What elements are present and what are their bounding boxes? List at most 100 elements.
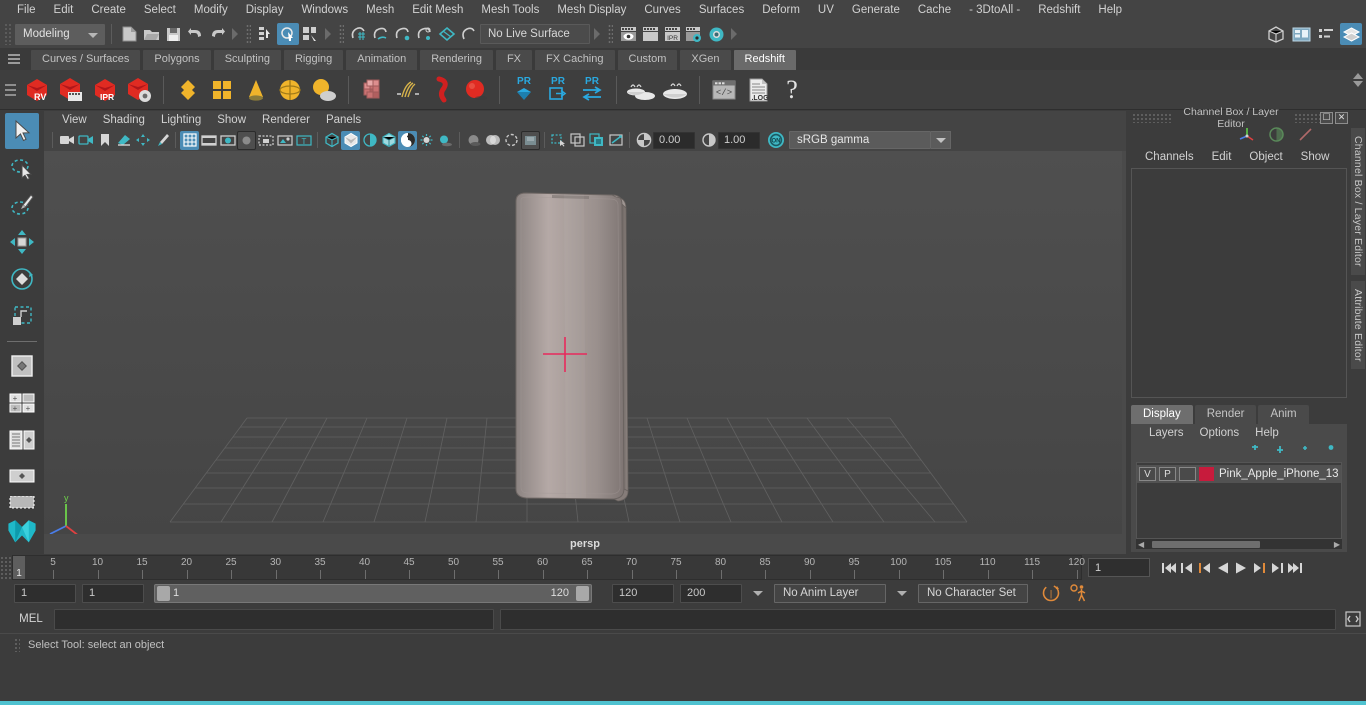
- redshift-curve-icon[interactable]: [424, 73, 458, 107]
- scroll-left-icon[interactable]: ◀: [1138, 540, 1144, 549]
- script-editor-icon[interactable]: [1342, 608, 1364, 630]
- help-line-grip[interactable]: [14, 637, 20, 652]
- restore-icon[interactable]: ☐: [1320, 111, 1333, 124]
- section-grip[interactable]: [246, 24, 251, 44]
- redshift-hair-icon[interactable]: [390, 73, 424, 107]
- redshift-volume-icon[interactable]: [239, 73, 273, 107]
- shelf-scroll-arrows[interactable]: [1353, 73, 1363, 87]
- select-tool-icon[interactable]: [5, 113, 39, 149]
- motion-blur-icon[interactable]: [483, 131, 502, 150]
- save-scene-icon[interactable]: [162, 23, 184, 45]
- xray-joints-icon[interactable]: [568, 131, 587, 150]
- display-layer-row[interactable]: V P Pink_Apple_iPhone_13: [1137, 465, 1341, 483]
- auto-keyframe-icon[interactable]: |: [1040, 582, 1062, 604]
- collapse-section-icon[interactable]: [230, 24, 240, 44]
- outliner-persp-layout-icon[interactable]: [5, 496, 39, 510]
- snap-to-point-icon[interactable]: [392, 23, 414, 45]
- film-gate-icon[interactable]: [199, 131, 218, 150]
- menu-windows[interactable]: Windows: [292, 1, 357, 20]
- command-language-label[interactable]: MEL: [14, 613, 48, 625]
- command-result-field[interactable]: [500, 608, 1336, 630]
- redshift-proxy-icon[interactable]: [171, 73, 205, 107]
- channelbox-menu-show[interactable]: Show: [1292, 150, 1339, 164]
- range-right-handle[interactable]: [576, 585, 589, 601]
- grid-toggle-icon[interactable]: [180, 130, 199, 150]
- status-line-grip[interactable]: [4, 23, 12, 45]
- menu-mesh[interactable]: Mesh: [357, 1, 403, 20]
- menu-curves[interactable]: Curves: [635, 1, 689, 20]
- chevron-down-icon[interactable]: [753, 590, 763, 596]
- four-pane-layout-icon[interactable]: [5, 422, 39, 458]
- redshift-log-icon[interactable]: .LOG: [741, 73, 775, 107]
- menu-3dtoall[interactable]: - 3DtoAll -: [960, 1, 1029, 20]
- current-time-indicator[interactable]: 1: [13, 556, 25, 579]
- go-to-start-icon[interactable]: [1160, 559, 1178, 577]
- render-current-frame-icon[interactable]: [617, 23, 639, 45]
- grease-pencil-icon[interactable]: [152, 131, 171, 150]
- open-scene-icon[interactable]: [140, 23, 162, 45]
- screen-space-ao-icon[interactable]: [464, 131, 483, 150]
- menu-edit-mesh[interactable]: Edit Mesh: [403, 1, 472, 20]
- texture-toggle-icon[interactable]: [398, 130, 417, 150]
- shelf-tab-fx[interactable]: FX: [494, 49, 534, 70]
- shelf-tab-xgen[interactable]: XGen: [679, 49, 732, 70]
- ipr-label-icon[interactable]: IPR: [661, 23, 683, 45]
- collapse-section-icon-4[interactable]: [729, 24, 739, 44]
- section-grip-2[interactable]: [339, 24, 344, 44]
- redshift-dome-light-icon[interactable]: [273, 73, 307, 107]
- layer-visibility-toggle[interactable]: V: [1139, 467, 1156, 481]
- redshift-bake-icon[interactable]: [624, 73, 658, 107]
- camera-attributes-icon[interactable]: [76, 131, 95, 150]
- layer-color-swatch[interactable]: [1199, 467, 1214, 481]
- redshift-render-sequence-icon[interactable]: [54, 73, 88, 107]
- animation-preferences-icon[interactable]: [1068, 582, 1090, 604]
- step-back-keyframe-icon[interactable]: [1178, 559, 1196, 577]
- viewport-menu-shading[interactable]: Shading: [95, 113, 153, 127]
- view-transform-dropdown-button[interactable]: [931, 131, 951, 149]
- collapse-section-icon-2[interactable]: [323, 24, 333, 44]
- playback-start-time-field[interactable]: 1: [82, 583, 144, 603]
- single-pane-layout-icon[interactable]: + + +: [5, 385, 39, 421]
- scrollbar-thumb[interactable]: [1152, 540, 1260, 548]
- shelf-tab-fx-caching[interactable]: FX Caching: [534, 49, 616, 70]
- smooth-shade-all-icon[interactable]: [341, 130, 360, 150]
- redshift-pr-proxy-icon[interactable]: PR: [507, 73, 541, 107]
- wireframe-on-shaded-icon[interactable]: [379, 131, 398, 150]
- render-view-icon[interactable]: [705, 23, 727, 45]
- character-set-selector[interactable]: No Character Set: [918, 583, 1028, 603]
- menu-generate[interactable]: Generate: [843, 1, 909, 20]
- create-new-layer-icon[interactable]: [1295, 444, 1310, 459]
- shelf-tab-animation[interactable]: Animation: [345, 49, 419, 70]
- channelbox-menu-object[interactable]: Object: [1240, 150, 1291, 164]
- layer-menu-layers[interactable]: Layers: [1141, 426, 1192, 440]
- menu-mesh-display[interactable]: Mesh Display: [548, 1, 635, 20]
- shelf-tab-rendering[interactable]: Rendering: [419, 49, 494, 70]
- use-default-lighting-icon[interactable]: [417, 131, 436, 150]
- layer-tab-anim[interactable]: Anim: [1258, 405, 1309, 424]
- menu-display[interactable]: Display: [237, 1, 293, 20]
- range-left-handle[interactable]: [157, 585, 170, 601]
- undo-icon[interactable]: [184, 23, 206, 45]
- bookmark-icon[interactable]: [95, 131, 114, 150]
- redshift-matte-icon[interactable]: [205, 73, 239, 107]
- film-origin-icon[interactable]: [256, 131, 275, 150]
- shade-selected-items-icon[interactable]: [360, 131, 379, 150]
- menu-cache[interactable]: Cache: [909, 1, 960, 20]
- channel-box-list[interactable]: [1131, 168, 1347, 398]
- move-layer-up-icon[interactable]: [1245, 444, 1260, 459]
- section-grip-3[interactable]: [608, 24, 613, 44]
- exposure-icon[interactable]: [634, 131, 653, 150]
- menu-create[interactable]: Create: [82, 1, 135, 20]
- channel-slider-icon[interactable]: [1297, 126, 1314, 146]
- menu-redshift[interactable]: Redshift: [1029, 1, 1089, 20]
- shelf-tab-custom[interactable]: Custom: [616, 49, 679, 70]
- redshift-script-editor-icon[interactable]: </>: [707, 73, 741, 107]
- viewport-menu-panels[interactable]: Panels: [318, 113, 369, 127]
- play-backwards-icon[interactable]: [1214, 559, 1232, 577]
- redshift-render-settings-icon[interactable]: [122, 73, 156, 107]
- persp-viewport[interactable]: y x z persp: [44, 151, 1126, 554]
- step-forward-keyframe-icon[interactable]: [1268, 559, 1286, 577]
- shelf-tab-rigging[interactable]: Rigging: [282, 49, 345, 70]
- show-hide-channel-box-icon[interactable]: [1340, 23, 1362, 45]
- shadows-icon[interactable]: [436, 131, 455, 150]
